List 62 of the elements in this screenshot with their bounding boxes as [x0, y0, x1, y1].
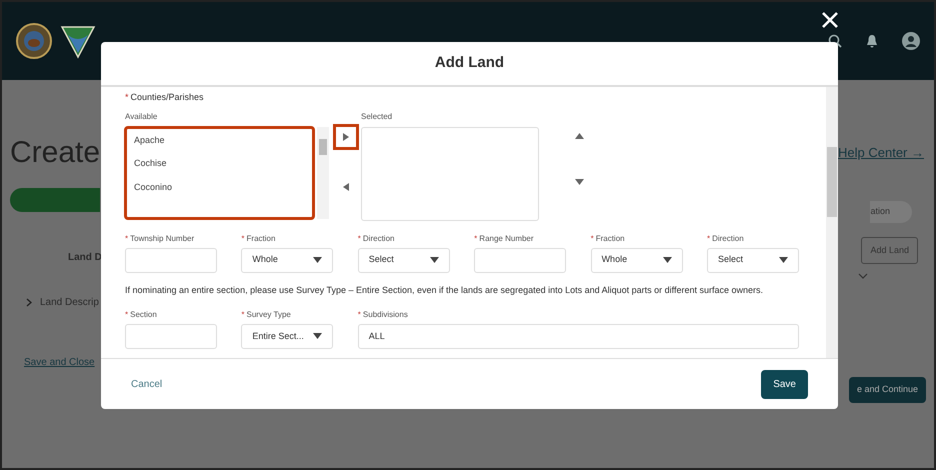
list-option[interactable]: Cochise [134, 157, 305, 170]
cancel-link[interactable]: Cancel [131, 376, 162, 392]
field-label: Subdivisions [362, 308, 408, 321]
input-field[interactable] [125, 248, 217, 272]
required-mark: * [706, 232, 710, 244]
field-label: Direction [362, 232, 394, 244]
field-label: Fraction [596, 232, 625, 244]
close-icon[interactable] [821, 11, 839, 29]
required-mark: * [125, 308, 128, 321]
required-mark: * [358, 232, 361, 244]
save-button[interactable]: Save [761, 370, 808, 398]
list-option[interactable]: Coconino [134, 180, 305, 194]
dropdown-caret-icon [313, 333, 322, 340]
dropdown-field[interactable]: Entire Sect... [241, 324, 334, 349]
required-mark: * [125, 91, 129, 104]
available-list[interactable]: Apache Cochise Coconino [125, 126, 314, 218]
chevron-down-icon[interactable] [858, 273, 868, 279]
dropdown-caret-icon [662, 257, 672, 263]
dropdown-caret-icon [430, 257, 439, 263]
column-header: Land D [68, 251, 99, 265]
required-mark: * [590, 232, 594, 244]
move-right-button[interactable] [334, 124, 358, 148]
page-heading: Create [10, 138, 99, 168]
dropdown-caret-icon [778, 257, 788, 263]
seal-logo [16, 23, 52, 59]
dropdown-field[interactable]: Select [358, 248, 450, 272]
required-mark: * [241, 308, 245, 321]
avatar-icon[interactable] [902, 32, 920, 50]
required-mark: * [474, 232, 478, 244]
dropdown-field[interactable]: Select [706, 248, 799, 272]
input-field[interactable] [125, 324, 217, 349]
dropdown-field[interactable]: Whole [590, 248, 683, 272]
scrollbar[interactable] [826, 87, 838, 358]
modal-title: Add Land [434, 53, 504, 74]
field-label: Fraction [246, 232, 276, 244]
move-up-icon[interactable] [575, 132, 584, 138]
chevron-right-icon[interactable] [26, 298, 32, 307]
arrow-left-icon [343, 182, 349, 190]
list-option[interactable]: Apache [134, 134, 305, 147]
field-label: Section [130, 308, 157, 321]
save-and-continue-button[interactable]: e and Continue [848, 377, 926, 402]
dropdown-field[interactable]: Whole [241, 248, 334, 272]
list-scrollbar[interactable] [317, 126, 329, 218]
field-label: Township Number [130, 232, 194, 244]
required-mark: * [125, 232, 128, 244]
help-text: If nominating an entire section, please use Survey Type – Entire Section, even if the lands are segregated into Lots and Aliquot parts or different surface owners. [125, 284, 764, 297]
dropdown-caret-icon [313, 257, 322, 263]
field-label: Survey Type [246, 308, 291, 321]
row-label: Land Descrip [40, 296, 99, 310]
field-label: Range Number [479, 232, 534, 244]
arrow-right-icon [343, 132, 349, 140]
field-label: Counties/Parishes [130, 91, 204, 104]
required-mark: * [241, 232, 245, 244]
input-field[interactable] [474, 248, 566, 272]
progress-step: ation [870, 200, 912, 222]
input-field[interactable]: ALL [358, 324, 799, 349]
list-label: Available [125, 110, 158, 122]
move-down-icon[interactable] [575, 178, 584, 184]
bell-icon[interactable] [866, 34, 878, 48]
list-label: Selected [361, 110, 394, 122]
required-mark: * [358, 308, 361, 321]
field-label: Direction [712, 232, 744, 244]
